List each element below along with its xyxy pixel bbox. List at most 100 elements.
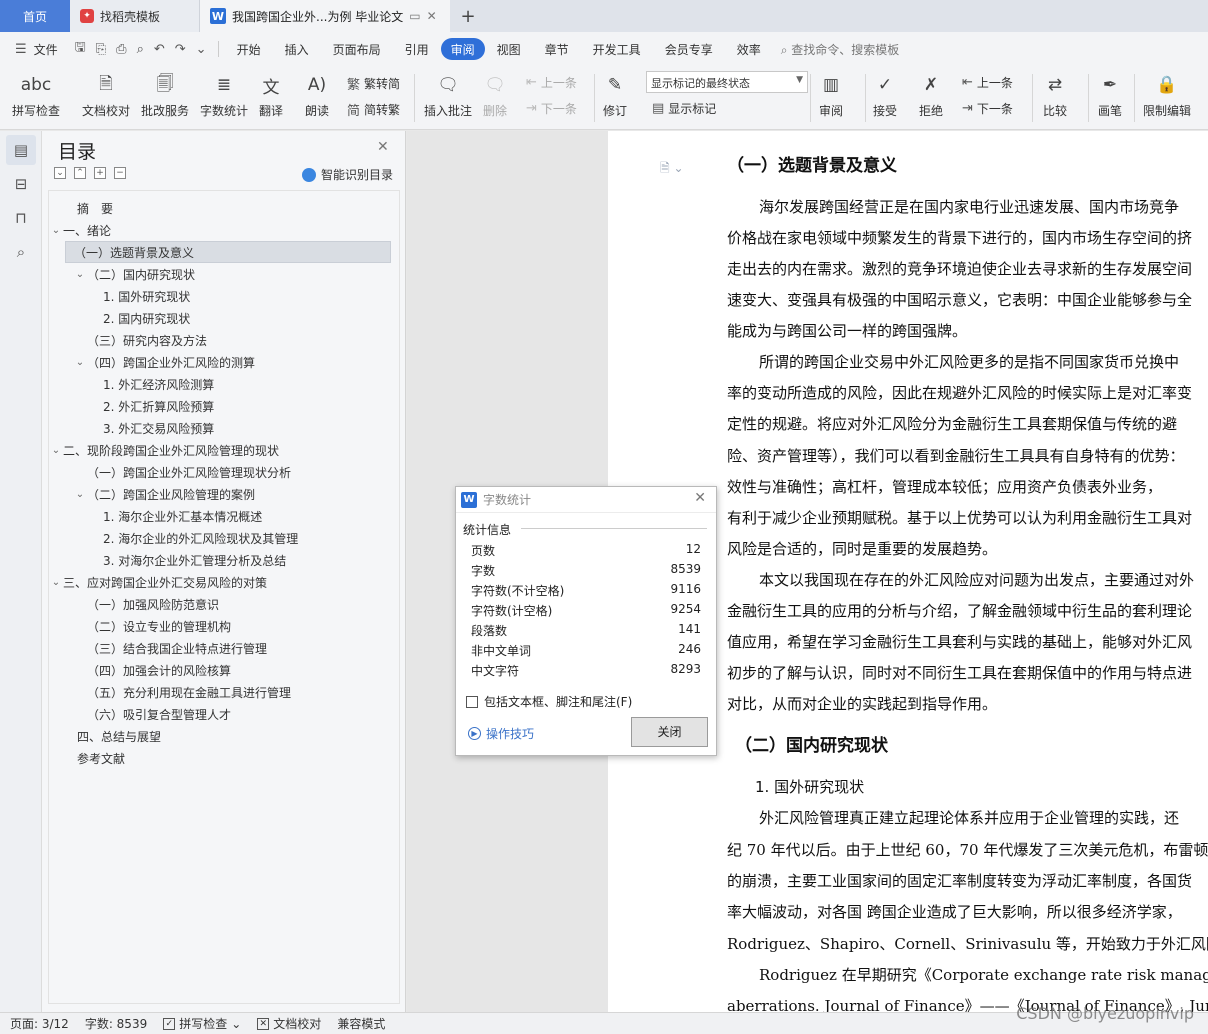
close-button[interactable]: 关闭	[631, 717, 708, 747]
tab-document[interactable]: W 我国跨国企业外...为例 毕业论文 ▭ ✕	[200, 0, 450, 32]
markup-display-select[interactable]: 显示标记的最终状态 ▼	[646, 71, 808, 93]
expand-all-icon[interactable]: ⌃	[74, 167, 86, 179]
toc-item[interactable]: ⌄ （四）跨国企业外汇风险的测算	[49, 351, 255, 373]
chevron-down-icon[interactable]: ⌄	[49, 577, 63, 588]
delete-comment-button[interactable]: 🗨 删除	[482, 66, 508, 119]
toc-item[interactable]: （一）加强风险防范意识	[49, 593, 219, 615]
toc-item[interactable]: ⌄ （二）国内研究现状	[49, 263, 195, 285]
toc-item[interactable]: （二）设立专业的管理机构	[49, 615, 231, 637]
next-change-button[interactable]: ⇥ 下一条	[962, 100, 1013, 117]
toc-item[interactable]: 1. 国外研究现状	[49, 285, 190, 307]
toc-item[interactable]: 四、总结与展望	[49, 725, 161, 747]
toc-item[interactable]: （一）选题背景及意义	[65, 241, 391, 263]
chevron-down-icon[interactable]: ⌄	[49, 225, 63, 236]
next-comment-button[interactable]: ⇥ 下一条	[526, 100, 577, 117]
insert-comment-button[interactable]: 🗨 插入批注	[424, 66, 472, 119]
preview-icon[interactable]: ⌕	[132, 42, 149, 57]
tips-link[interactable]: ▶ 操作技巧	[468, 725, 534, 742]
track-changes-button[interactable]: ✎ 修订	[602, 66, 628, 119]
menu-layout[interactable]: 页面布局	[321, 38, 393, 60]
annotate-service-button[interactable]: 🗐 批改服务	[141, 66, 189, 119]
toc-item[interactable]: 2. 海尔企业的外汇风险现状及其管理	[49, 527, 298, 549]
pen-button[interactable]: ✒ 画笔	[1097, 66, 1123, 119]
toc-item[interactable]: （四）加强会计的风险核算	[49, 659, 231, 681]
toc-item[interactable]: （六）吸引复合型管理人才	[49, 703, 231, 725]
show-markup-button[interactable]: ▤ 显示标记	[652, 100, 716, 117]
print-icon[interactable]: ⎙	[111, 42, 131, 57]
menu-developer[interactable]: 开发工具	[581, 38, 653, 60]
undo-icon[interactable]: ↶	[149, 42, 170, 57]
more-icon[interactable]: ⌄	[191, 42, 212, 57]
close-icon[interactable]: ✕	[694, 490, 706, 506]
toc-item[interactable]: ⌄ 一、绪论	[49, 219, 111, 241]
toc-item[interactable]: 1. 外汇经济风险测算	[49, 373, 214, 395]
toc-item[interactable]: ⌄ 二、现阶段跨国企业外汇风险管理的现状	[49, 439, 279, 461]
toc-item[interactable]: （一）跨国企业外汇风险管理现状分析	[49, 461, 291, 483]
prev-comment-button[interactable]: ⇤ 上一条	[526, 74, 577, 91]
hamburger-icon[interactable]: ☰	[10, 42, 32, 57]
toc-item[interactable]: （五）充分利用现在金融工具进行管理	[49, 681, 291, 703]
toc-item[interactable]: 摘 要	[49, 197, 113, 219]
menu-member[interactable]: 会员专享	[653, 38, 725, 60]
command-search[interactable]: ⌕ 查找命令、搜索模板	[781, 41, 900, 58]
doccheck-status[interactable]: ✕ 文档校对	[257, 1015, 321, 1032]
bookmark-icon[interactable]: ⊓	[6, 203, 36, 233]
search-icon[interactable]: ⌕	[6, 237, 36, 267]
toc-item[interactable]: ⌄ （二）跨国企业风险管理的案例	[49, 483, 255, 505]
reject-button[interactable]: ✗ 拒绝	[918, 66, 944, 119]
toc-item[interactable]: 2. 国内研究现状	[49, 307, 190, 329]
menu-insert[interactable]: 插入	[273, 38, 321, 60]
trad-to-simp-button[interactable]: 繁繁转简	[347, 74, 400, 93]
toc-item[interactable]: 2. 外汇折算风险预算	[49, 395, 214, 417]
prev-change-button[interactable]: ⇤ 上一条	[962, 74, 1013, 91]
wordcount-button[interactable]: ≣ 字数统计	[200, 66, 248, 119]
tab-window-icon[interactable]: ▭	[409, 9, 420, 23]
chevron-down-icon[interactable]: ⌄	[49, 445, 63, 456]
menu-view[interactable]: 视图	[485, 38, 533, 60]
word-count-indicator[interactable]: 字数: 8539	[85, 1015, 147, 1032]
save-icon[interactable]: 🖫	[70, 38, 91, 60]
menu-references[interactable]: 引用	[393, 38, 441, 60]
toc-item[interactable]: 1. 海尔企业外汇基本情况概述	[49, 505, 262, 527]
toc-item[interactable]: （三）研究内容及方法	[49, 329, 207, 351]
accept-button[interactable]: ✓ 接受	[872, 66, 898, 119]
collapse-all-icon[interactable]: ⌄	[54, 167, 66, 179]
toc-item[interactable]: （三）结合我国企业特点进行管理	[49, 637, 267, 659]
toc-item[interactable]: 3. 对海尔企业外汇管理分析及总结	[49, 549, 286, 571]
toc-item[interactable]: ⌄ 三、应对跨国企业外汇交易风险的对策	[49, 571, 267, 593]
toc-panel-icon[interactable]: ▤	[6, 135, 36, 165]
chapter-panel-icon[interactable]: ⊟	[6, 169, 36, 199]
promote-icon[interactable]: +	[94, 167, 106, 179]
translate-button[interactable]: 文翻译	[258, 66, 284, 119]
include-textbox-checkbox[interactable]: 包括文本框、脚注和尾注(F)	[466, 693, 632, 710]
tab-template[interactable]: ✦ 找稻壳模板	[70, 0, 200, 32]
page-menu-icon[interactable]: 🗎 ⌄	[660, 159, 684, 180]
smart-toc-button[interactable]: 智能识别目录	[302, 166, 393, 183]
page-indicator[interactable]: 页面: 3/12	[10, 1015, 69, 1032]
menu-file[interactable]: 文件	[32, 38, 70, 60]
tab-home[interactable]: 首页	[0, 0, 70, 32]
menu-efficiency[interactable]: 效率	[725, 38, 773, 60]
menu-home[interactable]: 开始	[225, 38, 273, 60]
export-icon[interactable]: ⎘	[91, 42, 111, 57]
chevron-down-icon[interactable]: ⌄	[73, 489, 87, 500]
redo-icon[interactable]: ↷	[170, 42, 191, 57]
review-pane-button[interactable]: ▥ 审阅	[818, 66, 844, 119]
doccheck-button[interactable]: 🗎 文档校对	[82, 66, 130, 119]
read-aloud-button[interactable]: A) 朗读	[304, 66, 330, 119]
chevron-down-icon[interactable]: ⌄	[73, 357, 87, 368]
toc-item[interactable]: 3. 外汇交易风险预算	[49, 417, 214, 439]
new-tab-button[interactable]: +	[450, 0, 486, 32]
menu-review[interactable]: 审阅	[440, 38, 485, 60]
simp-to-trad-button[interactable]: 简简转繁	[347, 100, 400, 119]
demote-icon[interactable]: −	[114, 167, 126, 179]
restrict-edit-button[interactable]: 🔒 限制编辑	[1143, 66, 1191, 119]
tab-close-icon[interactable]: ✕	[427, 9, 437, 23]
spellcheck-button[interactable]: abc 拼写检查	[12, 66, 60, 119]
menu-chapter[interactable]: 章节	[533, 38, 581, 60]
compare-button[interactable]: ⇄ 比较	[1042, 66, 1068, 119]
close-icon[interactable]: ✕	[377, 139, 389, 155]
chevron-down-icon[interactable]: ⌄	[73, 269, 87, 280]
toc-item[interactable]: 参考文献	[49, 747, 125, 769]
spellcheck-status[interactable]: ✓ 拼写检查 ⌄	[163, 1015, 241, 1032]
